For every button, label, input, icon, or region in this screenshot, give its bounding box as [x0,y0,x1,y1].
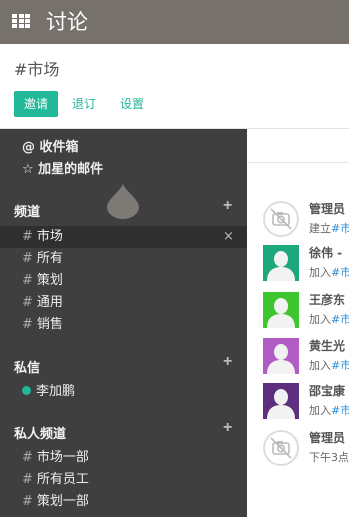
avatar[interactable] [263,292,299,328]
sidebar-item-channel-all[interactable]: # 所有 [0,248,247,270]
divider [248,162,349,163]
message-thread: 管理员 建立#市 徐伟 - 加入#市 王彦东 加入#市 黄生光 加入#市 邵宝康… [248,129,349,517]
channel-link[interactable]: #市 [331,222,349,235]
hash-icon: # [22,295,33,310]
message-text: 建立#市 [309,220,349,236]
message-author[interactable]: 黄生光 [309,337,345,354]
channel-label: 通用 [36,295,63,310]
message-text: 加入#市 [309,402,349,418]
loading-drop-icon [107,183,139,219]
hash-icon: # [22,317,33,332]
avatar[interactable] [263,383,299,419]
message-text: 加入#市 [309,357,349,373]
channel-label: 市场 [36,229,63,244]
hash-icon: # [22,273,33,288]
message-author[interactable]: 管理员 [309,200,345,217]
hash-icon: # [22,229,33,244]
online-status-icon [22,386,31,395]
message-item: 邵宝康 加入#市 [263,383,349,423]
message-author[interactable]: 管理员 [309,429,345,446]
add-private-channel-icon[interactable]: + [223,419,232,437]
message-author[interactable]: 王彦东 [309,291,345,308]
channel-label: 策划 [36,273,63,288]
private-channel-label: 策划一部 [36,494,89,509]
direct-messages-header: 私信 [14,361,41,376]
message-item: 王彦东 加入#市 [263,292,349,332]
channel-link[interactable]: #市 [331,313,349,326]
avatar[interactable] [263,338,299,374]
sidebar-item-channel-sales[interactable]: # 销售 [0,314,247,336]
starred-label: ☆ 加星的邮件 [22,162,104,177]
sidebar-item-private-1[interactable]: # 市场一部 [0,447,247,469]
message-text: 加入#市 [309,264,349,280]
sidebar-item-dm[interactable]: 李加鹏 [0,381,247,403]
private-channel-label: 所有员工 [36,472,89,487]
channels-header: 频道 [14,205,41,220]
sidebar-item-inbox[interactable]: @ 收件箱 [0,137,247,159]
message-author[interactable]: 邵宝康 [309,382,345,399]
private-channel-label: 市场一部 [36,450,89,465]
channel-label: 所有 [36,251,63,266]
top-bar: 讨论 [0,0,349,44]
message-item: 黄生光 加入#市 [263,338,349,378]
channel-label: 销售 [36,317,63,332]
invite-button[interactable]: 邀请 [14,91,58,117]
settings-button[interactable]: 设置 [120,91,144,117]
sidebar-item-channel-general[interactable]: # 通用 [0,292,247,314]
channel-title: #市场 [14,60,60,79]
sidebar-item-private-2[interactable]: # 所有员工 [0,469,247,491]
message-text: 加入#市 [309,311,349,327]
hash-icon: # [22,472,33,487]
message-author[interactable]: 徐伟 - [309,244,342,261]
hash-icon: # [22,251,33,266]
message-item: 管理员 下午3点 [263,430,349,470]
sidebar-item-private-3[interactable]: # 策划一部 [0,491,247,513]
channel-header: #市场 邀请 退订 设置 [0,44,349,129]
camera-icon [263,430,299,466]
hash-icon: # [22,450,33,465]
message-item: 管理员 建立#市 [263,201,349,241]
channel-link[interactable]: #市 [331,359,349,372]
camera-icon [263,201,299,237]
sidebar-item-channel-planning[interactable]: # 策划 [0,270,247,292]
message-item: 徐伟 - 加入#市 [263,245,349,285]
channel-link[interactable]: #市 [331,404,349,417]
hash-icon: # [22,494,33,509]
app-title: 讨论 [46,10,88,34]
channel-link[interactable]: #市 [331,266,349,279]
close-icon[interactable]: × [223,226,234,248]
private-channels-header: 私人频道 [14,427,67,442]
avatar[interactable] [263,245,299,281]
message-text: 下午3点 [309,451,349,464]
add-direct-message-icon[interactable]: + [223,353,232,371]
sidebar-item-channel-market[interactable]: # 市场 × [0,226,247,248]
unsubscribe-button[interactable]: 退订 [72,91,96,117]
inbox-label: @ 收件箱 [22,140,79,155]
apps-grid-icon[interactable] [12,14,30,28]
add-channel-icon[interactable]: + [223,197,232,215]
dm-label: 李加鹏 [36,384,76,399]
sidebar-item-starred[interactable]: ☆ 加星的邮件 [0,159,247,181]
